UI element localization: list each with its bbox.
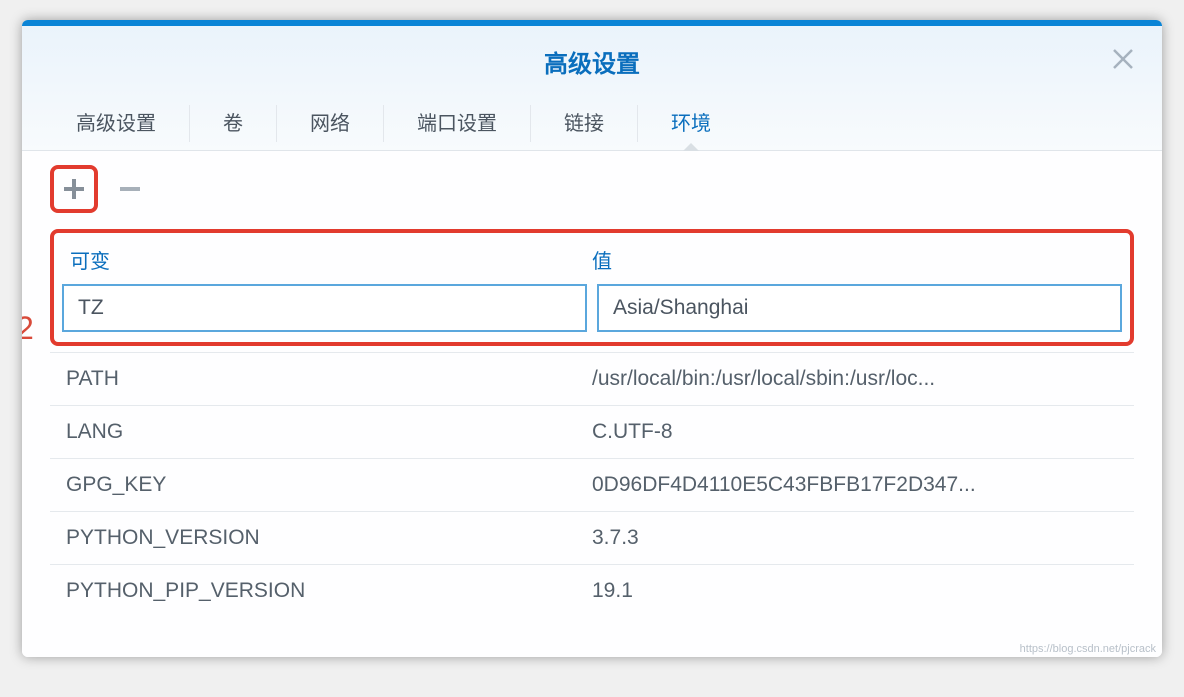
val-cell: 19.1 (592, 579, 1118, 603)
val-cell: /usr/local/bin:/usr/local/sbin:/usr/loc.… (592, 367, 1118, 391)
val-cell: 0D96DF4D4110E5C43FBFB17F2D347... (592, 473, 1118, 497)
val-cell: 3.7.3 (592, 526, 1118, 550)
tab-separator (637, 105, 638, 142)
tab-bar: 高级设置 卷 网络 端口设置 链接 环境 (22, 97, 1162, 151)
tab-volumes[interactable]: 卷 (205, 97, 261, 150)
table-row[interactable]: PATH /usr/local/bin:/usr/local/sbin:/usr… (50, 352, 1134, 405)
table-row[interactable]: LANG C.UTF-8 (50, 405, 1134, 458)
close-button[interactable] (1112, 46, 1134, 76)
table-row[interactable]: PYTHON_PIP_VERSION 19.1 (50, 564, 1134, 617)
tab-network[interactable]: 网络 (292, 97, 368, 150)
close-icon (1112, 48, 1134, 70)
var-cell: PYTHON_PIP_VERSION (66, 579, 592, 603)
tab-separator (189, 105, 190, 142)
tab-ports[interactable]: 端口设置 (399, 97, 515, 150)
tab-separator (276, 105, 277, 142)
table-header: 可变 值 (54, 233, 1130, 284)
edit-row (54, 284, 1130, 342)
add-button[interactable] (50, 165, 98, 213)
tab-environment[interactable]: 环境 (653, 97, 729, 150)
plus-icon (61, 176, 87, 202)
col-header-variable[interactable]: 可变 (70, 245, 592, 274)
tab-separator (383, 105, 384, 142)
var-cell: GPG_KEY (66, 473, 592, 497)
dialog-window: 高级设置 高级设置 卷 网络 端口设置 链接 环境 (22, 20, 1162, 657)
env-table-highlight: 可变 值 (50, 229, 1134, 346)
toolbar (50, 165, 1134, 213)
remove-button[interactable] (106, 165, 154, 213)
value-input[interactable] (597, 284, 1122, 332)
minus-icon (117, 176, 143, 202)
watermark: https://blog.csdn.net/pjcrack (1020, 643, 1156, 655)
var-cell: PYTHON_VERSION (66, 526, 592, 550)
table-row[interactable]: PYTHON_VERSION 3.7.3 (50, 511, 1134, 564)
col-header-value[interactable]: 值 (592, 245, 1114, 274)
tab-advanced[interactable]: 高级设置 (58, 97, 174, 150)
tab-links[interactable]: 链接 (546, 97, 622, 150)
tab-content: 可变 值 PATH /usr/local/bin:/usr/local/sbin… (22, 151, 1162, 657)
tab-separator (530, 105, 531, 142)
annotation-number: 2 (22, 310, 34, 347)
val-cell: C.UTF-8 (592, 420, 1118, 444)
dialog-header: 高级设置 高级设置 卷 网络 端口设置 链接 环境 (22, 26, 1162, 151)
table-row[interactable]: GPG_KEY 0D96DF4D4110E5C43FBFB17F2D347... (50, 458, 1134, 511)
var-cell: PATH (66, 367, 592, 391)
dialog-title: 高级设置 (22, 36, 1162, 97)
env-table-body: PATH /usr/local/bin:/usr/local/sbin:/usr… (50, 352, 1134, 617)
variable-input[interactable] (62, 284, 587, 332)
var-cell: LANG (66, 420, 592, 444)
